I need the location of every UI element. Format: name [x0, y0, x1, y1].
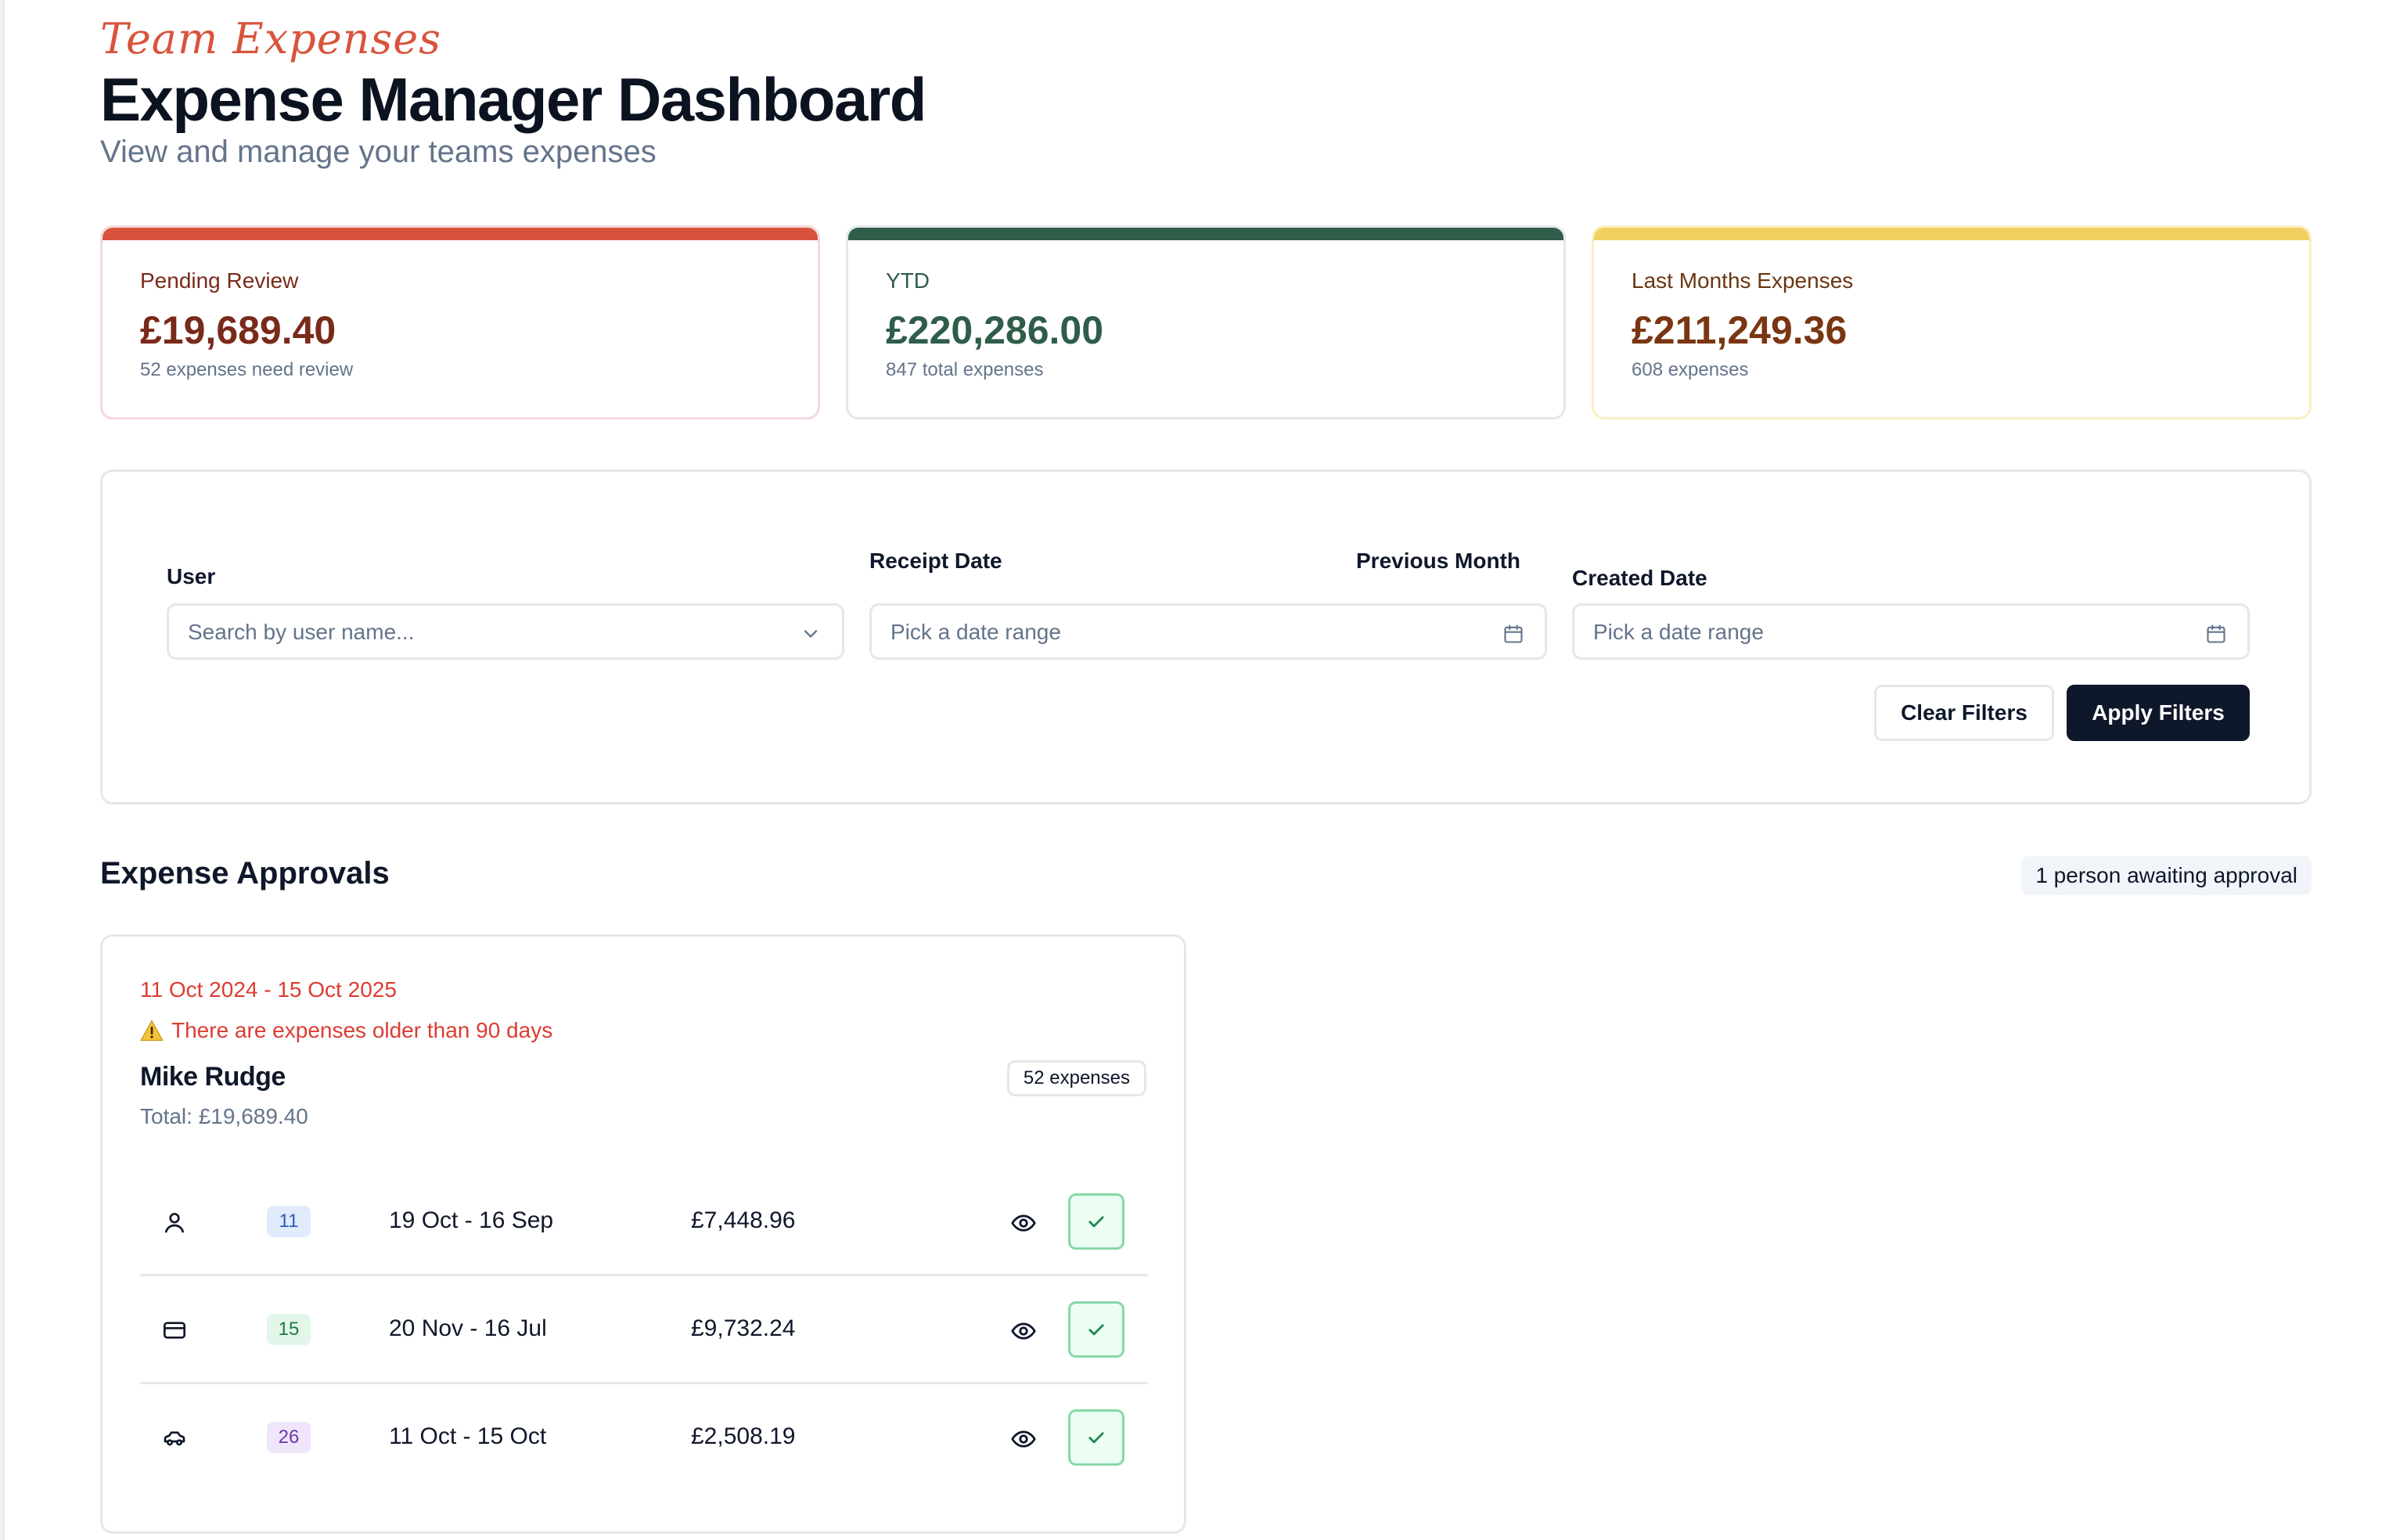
stat-value: £19,689.40 — [140, 308, 336, 352]
check-icon — [1088, 1216, 1104, 1228]
section-script-title: Team Expenses — [100, 14, 441, 63]
stat-label: Pending Review — [140, 268, 299, 293]
expense-count-badge: 52 expenses — [1006, 1060, 1146, 1096]
approve-button[interactable] — [1068, 1409, 1124, 1466]
user-icon — [165, 1213, 184, 1233]
expense-amount: £2,508.19 — [691, 1423, 796, 1449]
stat-note: 52 expenses need review — [140, 359, 354, 380]
filters-panel: User Receipt Date Previous Month Created… — [100, 470, 2312, 804]
awaiting-approval-badge: 1 person awaiting approval — [2021, 856, 2312, 895]
stat-label: Last Months Expenses — [1632, 268, 1854, 293]
expense-group-row: 15 20 Nov - 16 Jul £9,732.24 — [140, 1276, 1148, 1384]
employee-total: Total: £19,689.40 — [140, 1104, 308, 1128]
old-expenses-warning: There are expenses older than 90 days — [140, 1018, 552, 1043]
check-icon — [1088, 1324, 1104, 1336]
calendar-icon — [2207, 624, 2225, 643]
chevron-down-icon — [804, 630, 818, 638]
eye-icon[interactable] — [1010, 1426, 1037, 1452]
calendar-icon — [1504, 624, 1523, 643]
car-icon — [164, 1431, 185, 1446]
page-subtitle: View and manage your teams expenses — [100, 135, 657, 169]
expense-dates: 19 Oct - 16 Sep — [389, 1207, 554, 1233]
window-left-edge — [0, 0, 5, 1540]
expense-count-pill: 11 — [267, 1206, 311, 1237]
stats-row: Pending Review £19,689.40 52 expenses ne… — [100, 225, 2312, 419]
created-date-placeholder: Pick a date range — [1593, 620, 1764, 644]
approve-button[interactable] — [1068, 1193, 1124, 1250]
stat-card-pending-review: Pending Review £19,689.40 52 expenses ne… — [100, 225, 820, 419]
stat-note: 847 total expenses — [886, 359, 1044, 380]
expense-count-pill: 15 — [267, 1314, 311, 1345]
stat-label: YTD — [886, 268, 930, 293]
stat-note: 608 expenses — [1632, 359, 1749, 380]
user-search-placeholder: Search by user name... — [188, 620, 415, 644]
receipt-date-range-picker[interactable]: Pick a date range — [869, 603, 1547, 660]
expense-group-row: 11 19 Oct - 16 Sep £7,448.96 — [140, 1168, 1148, 1276]
expense-count-pill: 26 — [267, 1422, 311, 1453]
warning-text: There are expenses older than 90 days — [171, 1018, 553, 1042]
expense-approvals-heading: Expense Approvals — [100, 856, 390, 891]
expense-date-range: 11 Oct 2024 - 15 Oct 2025 — [140, 977, 397, 1002]
employee-name: Mike Rudge — [140, 1062, 286, 1092]
apply-filters-button[interactable]: Apply Filters — [2067, 685, 2250, 741]
page-title: Expense Manager Dashboard — [100, 65, 926, 134]
stat-value: £211,249.36 — [1632, 308, 1848, 352]
credit-card-icon — [164, 1322, 185, 1339]
expense-dates: 20 Nov - 16 Jul — [389, 1315, 547, 1341]
expense-amount: £9,732.24 — [691, 1315, 796, 1341]
stat-card-last-month: Last Months Expenses £211,249.36 608 exp… — [1592, 225, 2312, 419]
stat-card-accent-bar — [848, 228, 1563, 240]
approval-card: 11 Oct 2024 - 15 Oct 2025 There are expe… — [100, 934, 1186, 1534]
user-search-select[interactable]: Search by user name... — [167, 603, 844, 660]
expense-group-list: 11 19 Oct - 16 Sep £7,448.96 15 20 Nov -… — [140, 1168, 1148, 1492]
expense-group-row: 26 11 Oct - 15 Oct £2,508.19 — [140, 1384, 1148, 1492]
receipt-date-preset[interactable]: Previous Month — [1356, 549, 1520, 574]
receipt-date-placeholder: Pick a date range — [890, 620, 1061, 644]
eye-icon[interactable] — [1010, 1210, 1037, 1236]
stat-card-ytd: YTD £220,286.00 847 total expenses — [846, 225, 1566, 419]
approve-button[interactable] — [1068, 1301, 1124, 1358]
receipt-date-label: Receipt Date — [869, 549, 1002, 573]
created-date-range-picker[interactable]: Pick a date range — [1572, 603, 2250, 660]
clear-filters-button[interactable]: Clear Filters — [1874, 685, 2054, 741]
expense-amount: £7,448.96 — [691, 1207, 796, 1233]
check-icon — [1088, 1432, 1104, 1444]
stat-card-accent-bar — [1594, 228, 2309, 240]
stat-card-accent-bar — [103, 228, 818, 240]
eye-icon[interactable] — [1010, 1318, 1037, 1344]
created-date-label: Created Date — [1572, 566, 1707, 590]
expense-dates: 11 Oct - 15 Oct — [389, 1423, 547, 1449]
stat-value: £220,286.00 — [886, 308, 1104, 352]
warning-icon — [140, 1020, 164, 1042]
user-filter-label: User — [167, 564, 216, 588]
